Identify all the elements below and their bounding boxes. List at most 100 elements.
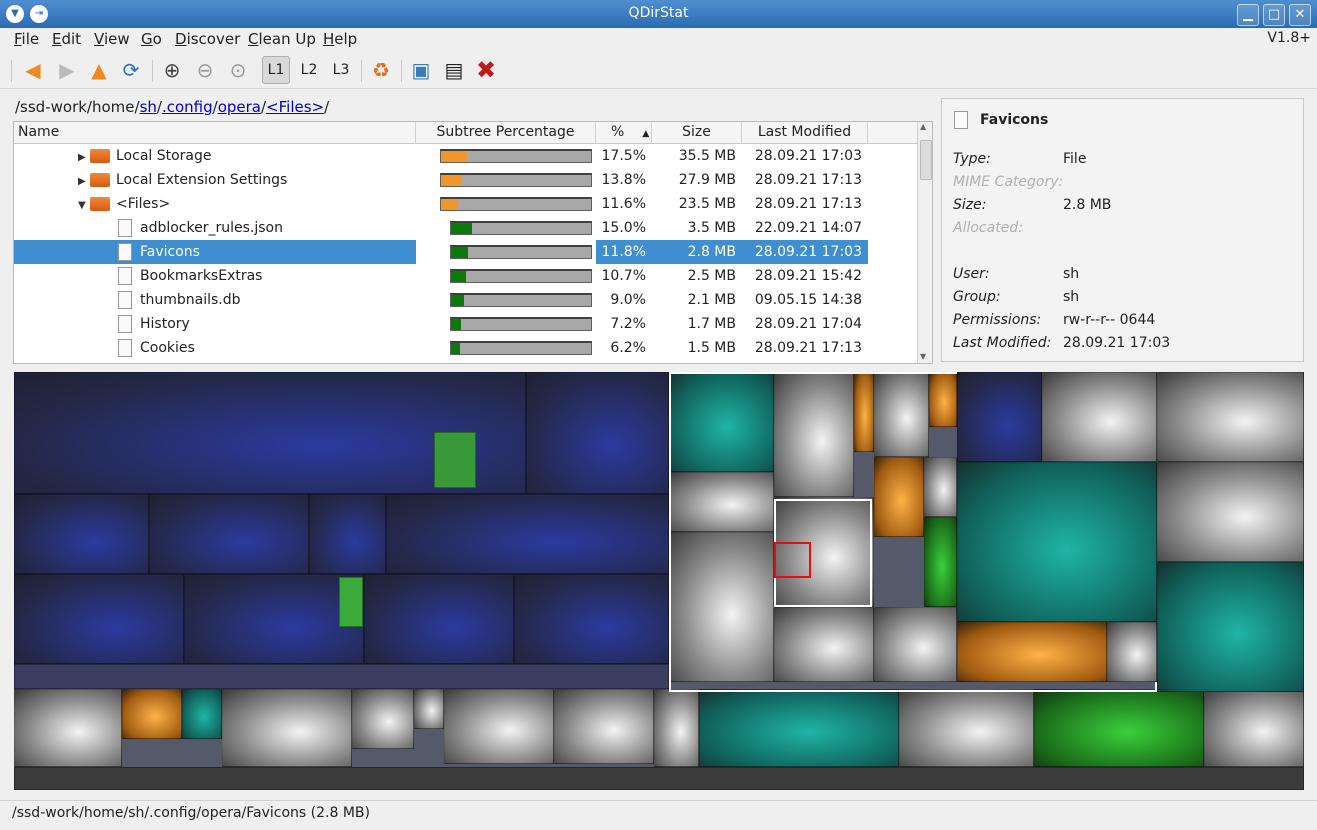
treemap-tile[interactable] — [1204, 689, 1304, 767]
column-percent[interactable]: % ▲ — [596, 122, 652, 143]
tree-row[interactable]: ▶ Local Storage 17.5% 35.5 MB 28.09.21 17:03 — [14, 144, 917, 168]
treemap-tile[interactable] — [1107, 622, 1157, 682]
refresh-icon[interactable]: ⟳ — [117, 56, 145, 84]
tree-row[interactable]: ▼ <Files> 11.6% 23.5 MB 28.09.21 17:13 — [14, 192, 917, 216]
treemap-tile[interactable] — [699, 689, 899, 767]
tree-row-name-content: ▼ <Files> — [78, 196, 170, 212]
treemap-tile[interactable] — [1157, 562, 1304, 692]
tree-scrollbar[interactable]: ▲ ▼ — [917, 122, 932, 363]
tree-row-name[interactable]: ▶ Local Storage — [14, 144, 416, 168]
tree-row[interactable]: adblocker_rules.json 15.0% 3.5 MB 22.09.21 … — [14, 216, 917, 240]
menu-edit[interactable]: Edit — [52, 30, 81, 48]
treemap-tile[interactable] — [414, 689, 444, 729]
treemap-tile[interactable] — [444, 689, 554, 764]
treemap-tile[interactable] — [14, 689, 122, 767]
treemap-tile[interactable] — [654, 689, 699, 767]
treemap-tile[interactable] — [182, 689, 222, 739]
treemap-tile[interactable] — [14, 767, 1304, 790]
tree-row-name[interactable]: Cookies — [14, 336, 416, 360]
treemap-tile[interactable] — [1042, 372, 1157, 462]
treemap-tile[interactable] — [14, 664, 669, 689]
directory-tree[interactable]: Name Subtree Percentage % ▲ Size Last Mod… — [13, 121, 933, 364]
scrollbar-thumb[interactable] — [920, 140, 932, 180]
column-size[interactable]: Size — [652, 122, 742, 143]
treemap-tile[interactable] — [14, 574, 184, 664]
tree-row[interactable]: Favicons 11.8% 2.8 MB 28.09.21 17:03 — [14, 240, 917, 264]
treemap-tile[interactable] — [386, 494, 669, 574]
tree-row-name[interactable]: adblocker_rules.json — [14, 216, 416, 240]
minimize-icon[interactable]: ▁ — [1237, 4, 1259, 26]
treemap-tile[interactable] — [1157, 462, 1304, 562]
treemap-tile[interactable] — [222, 689, 352, 767]
tree-row-name[interactable]: ▶ Local Extension Settings — [14, 168, 416, 192]
treemap-tile[interactable] — [526, 372, 669, 494]
menu-file[interactable]: File — [14, 30, 39, 48]
column-modified[interactable]: Last Modified — [742, 122, 868, 143]
level-2-button[interactable]: L2 — [295, 56, 323, 84]
zoom-in-icon[interactable]: ⊕ — [158, 56, 186, 84]
breadcrumb: /ssd-work/home/sh/.config/opera/<Files>/ — [15, 98, 329, 116]
treemap-tile[interactable] — [184, 574, 364, 664]
treemap-tile[interactable] — [957, 622, 1107, 682]
level-3-button[interactable]: L3 — [327, 56, 355, 84]
scroll-up-icon[interactable]: ▲ — [920, 122, 926, 131]
column-subtree[interactable]: Subtree Percentage — [416, 122, 596, 143]
treemap[interactable] — [14, 372, 1304, 790]
menu-help[interactable]: Help — [323, 30, 357, 48]
subtree-cell — [416, 192, 596, 216]
expand-arrow-icon[interactable]: ▶ — [78, 170, 90, 194]
forward-icon[interactable]: ▶ — [53, 56, 81, 84]
tree-row-name[interactable]: Favicons — [14, 240, 416, 264]
treemap-tile[interactable] — [1157, 372, 1304, 462]
tree-row[interactable]: thumbnails.db 9.0% 2.1 MB 09.05.15 14:38 — [14, 288, 917, 312]
collapse-arrow-icon[interactable]: ▼ — [78, 194, 90, 218]
delete-icon[interactable]: ✖ — [472, 56, 500, 84]
zoom-out-icon[interactable]: ⊖ — [191, 56, 219, 84]
treemap-tile[interactable] — [957, 372, 1042, 462]
treemap-tile[interactable] — [14, 494, 149, 574]
menu-view[interactable]: View — [94, 30, 130, 48]
treemap-tile[interactable] — [352, 689, 414, 749]
open-terminal-icon[interactable]: ▤ — [440, 56, 468, 84]
treemap-tile[interactable] — [957, 462, 1157, 622]
tree-row-name[interactable]: thumbnails.db — [14, 288, 416, 312]
breadcrumb-link-opera[interactable]: opera — [218, 98, 261, 116]
menu-cleanup[interactable]: Clean Up — [248, 30, 316, 48]
tree-row-name[interactable]: BookmarksExtras — [14, 264, 416, 288]
menu-discover[interactable]: Discover — [175, 30, 240, 48]
go-up-icon[interactable]: ▲ — [85, 56, 113, 84]
expand-arrow-icon[interactable]: ▶ — [78, 146, 90, 170]
treemap-tile[interactable] — [514, 574, 669, 664]
treemap-tile[interactable] — [339, 577, 363, 627]
tree-row-name[interactable]: History — [14, 312, 416, 336]
treemap-tile[interactable] — [364, 574, 514, 664]
tree-row[interactable]: History 7.2% 1.7 MB 28.09.21 17:04 — [14, 312, 917, 336]
move-to-trash-icon[interactable]: ♻ — [367, 56, 395, 84]
menu-go[interactable]: Go — [141, 30, 162, 48]
breadcrumb-link-files[interactable]: <Files> — [266, 98, 324, 116]
column-name[interactable]: Name — [14, 122, 416, 143]
modified-cell: 28.09.21 17:13 — [754, 340, 862, 356]
treemap-tile[interactable] — [554, 689, 654, 764]
scroll-down-icon[interactable]: ▼ — [920, 352, 926, 361]
maximize-icon[interactable]: □ — [1263, 4, 1285, 26]
level-1-button[interactable]: L1 — [262, 56, 290, 84]
tree-row-name[interactable]: ▼ <Files> — [14, 192, 416, 216]
treemap-tile[interactable] — [899, 689, 1034, 767]
tree-row[interactable]: ▶ Local Extension Settings 13.8% 27.9 MB 28.… — [14, 168, 917, 192]
treemap-tile[interactable] — [122, 689, 182, 739]
subtree-percentage-bar — [440, 173, 592, 187]
close-window-icon[interactable]: ✕ — [1289, 4, 1311, 26]
treemap-tile[interactable] — [434, 432, 476, 488]
treemap-tile[interactable] — [309, 494, 386, 574]
treemap-tile[interactable] — [149, 494, 309, 574]
breadcrumb-link-sh[interactable]: sh — [140, 98, 157, 116]
zoom-reset-icon[interactable]: ⊙ — [224, 56, 252, 84]
tree-row[interactable]: Cookies 6.2% 1.5 MB 28.09.21 17:13 — [14, 336, 917, 360]
open-file-manager-icon[interactable]: ▣ — [407, 56, 435, 84]
back-icon[interactable]: ◀ — [19, 56, 47, 84]
treemap-tile[interactable] — [774, 542, 811, 578]
breadcrumb-link-config[interactable]: .config — [162, 98, 213, 116]
treemap-tile[interactable] — [1034, 689, 1204, 767]
tree-row[interactable]: BookmarksExtras 10.7% 2.5 MB 28.09.21 15:42 — [14, 264, 917, 288]
